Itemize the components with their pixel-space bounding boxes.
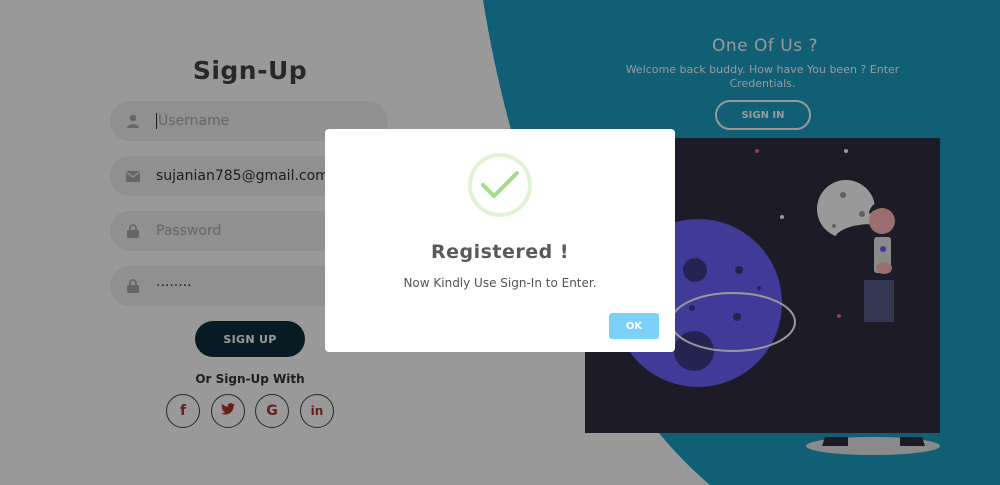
- dialog-message: Now Kindly Use Sign-In to Enter.: [403, 276, 597, 290]
- dialog-title: Registered !: [430, 241, 570, 263]
- ok-button[interactable]: OK: [609, 313, 659, 339]
- success-check-icon: [468, 153, 532, 217]
- app-window: Sign-Up sujanian785@gmail.com ········ S…: [0, 0, 1000, 485]
- success-dialog: Registered ! Now Kindly Use Sign-In to E…: [325, 129, 675, 352]
